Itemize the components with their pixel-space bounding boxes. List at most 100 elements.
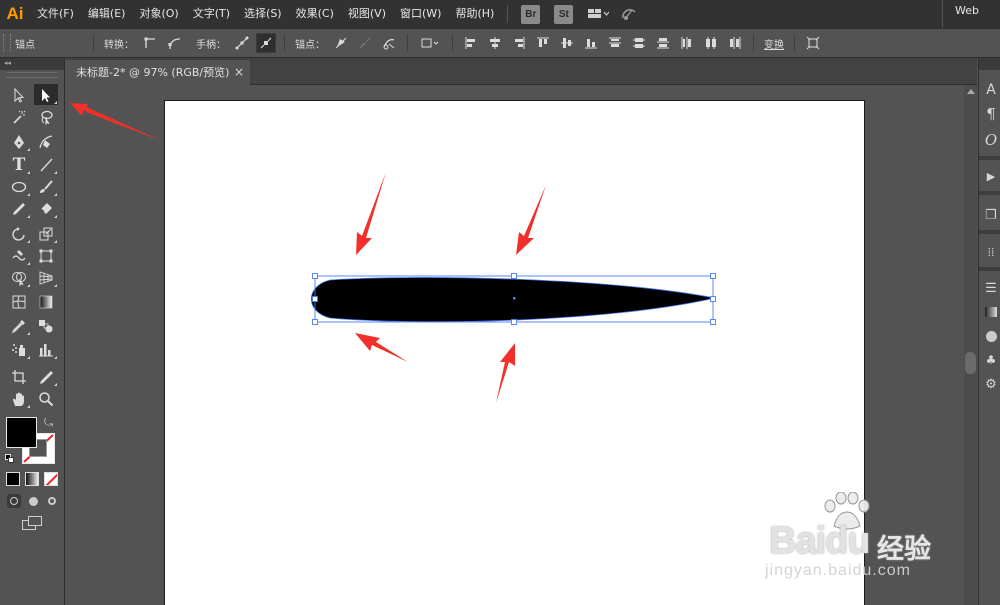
distribute-horizontal-center-icon[interactable] (701, 33, 721, 53)
gradient-tool-icon[interactable] (34, 291, 58, 312)
align-panel-icon[interactable]: ⁞⁞ (981, 242, 1000, 262)
pencil-tool-icon[interactable] (7, 198, 31, 219)
isolate-selection-icon[interactable] (803, 33, 823, 53)
distribute-left-icon[interactable] (677, 33, 697, 53)
close-tab-icon[interactable]: × (234, 60, 244, 85)
warp-tool-icon[interactable] (7, 245, 31, 266)
magic-wand-tool-icon[interactable] (7, 106, 31, 127)
scroll-thumb[interactable] (965, 352, 976, 374)
menu-object[interactable]: 对象(O) (132, 0, 185, 28)
hand-tool-icon[interactable] (7, 388, 31, 409)
workspace-switcher[interactable]: Web (942, 0, 1000, 28)
separator (452, 34, 453, 52)
symbols-panel-icon[interactable]: ♣ (981, 350, 1000, 370)
layers-panel-icon[interactable]: ☰ (981, 278, 1000, 298)
paragraph-panel-icon[interactable]: ¶ (981, 104, 1000, 124)
selection-tool-icon[interactable] (7, 84, 31, 105)
align-bottom-icon[interactable] (581, 33, 601, 53)
dock-separator (979, 230, 1000, 234)
gradient-mode-icon[interactable] (25, 472, 39, 486)
stock-button[interactable]: St (554, 4, 574, 24)
line-segment-tool-icon[interactable] (34, 154, 58, 175)
scale-tool-icon[interactable] (34, 223, 58, 244)
connect-anchors-icon[interactable] (355, 33, 375, 53)
artboard[interactable] (164, 100, 865, 605)
blend-tool-icon[interactable] (34, 315, 58, 336)
menu-edit[interactable]: 编辑(E) (81, 0, 133, 28)
swap-fill-stroke-icon[interactable]: ⤿ (44, 416, 53, 430)
curvature-tool-icon[interactable] (34, 131, 58, 152)
menu-effect[interactable]: 效果(C) (289, 0, 341, 28)
paintbrush-tool-icon[interactable] (34, 176, 58, 197)
ellipse-tool-icon[interactable] (7, 176, 31, 197)
perspective-grid-tool-icon[interactable] (34, 267, 58, 288)
appearance-panel-icon[interactable] (981, 326, 1000, 346)
none-mode-icon[interactable] (44, 472, 58, 486)
arrange-documents-icon[interactable] (584, 4, 612, 24)
remove-anchor-icon[interactable] (331, 33, 351, 53)
draw-behind-icon[interactable] (26, 494, 40, 508)
align-horizontal-center-icon[interactable] (485, 33, 505, 53)
transform-link[interactable]: 变换 (760, 36, 788, 51)
distribute-vertical-center-icon[interactable] (629, 33, 649, 53)
distribute-top-icon[interactable] (605, 33, 625, 53)
menu-type[interactable]: 文字(T) (186, 0, 237, 28)
panel-dock-header[interactable] (979, 58, 1000, 70)
menu-help[interactable]: 帮助(H) (448, 0, 501, 28)
opentype-panel-icon[interactable]: O (981, 130, 1000, 150)
align-left-icon[interactable] (461, 33, 481, 53)
color-mode-icon[interactable] (6, 472, 20, 486)
type-tool-icon[interactable]: T (7, 154, 31, 175)
convert-to-smooth-icon[interactable] (164, 33, 184, 53)
mesh-tool-icon[interactable] (7, 291, 31, 312)
align-to-selection-icon[interactable] (416, 33, 444, 53)
scroll-up-icon[interactable] (967, 89, 975, 94)
gradient-panel-icon[interactable] (981, 302, 1000, 322)
rotate-tool-icon[interactable] (7, 223, 31, 244)
panel-dock: A ¶ O ▶ ❐ ⁞⁞ ☰ ♣ ⚙ (978, 58, 1000, 605)
default-fill-stroke-icon[interactable] (5, 454, 15, 464)
align-vertical-center-icon[interactable] (557, 33, 577, 53)
screen-mode-icon[interactable] (22, 516, 44, 532)
menu-file[interactable]: 文件(F) (30, 0, 81, 28)
distribute-bottom-icon[interactable] (653, 33, 673, 53)
actions-panel-icon[interactable]: ▶ (981, 166, 1000, 186)
artboard-tool-icon[interactable] (7, 366, 31, 387)
fill-color-swatch-front[interactable] (6, 417, 37, 448)
eyedropper-tool-icon[interactable] (7, 315, 31, 336)
gpu-performance-icon[interactable] (616, 4, 642, 24)
tools-panel: ◂◂ T ⤿ (0, 58, 65, 605)
dock-separator (979, 156, 1000, 160)
slice-tool-icon[interactable] (34, 366, 58, 387)
eraser-tool-icon[interactable] (34, 198, 58, 219)
artboards-panel-icon[interactable]: ❐ (981, 205, 1000, 225)
lasso-tool-icon[interactable] (34, 106, 58, 127)
hide-handles-icon[interactable] (256, 33, 276, 53)
show-handles-icon[interactable] (232, 33, 252, 53)
zoom-tool-icon[interactable] (34, 388, 58, 409)
align-top-icon[interactable] (533, 33, 553, 53)
direct-selection-tool-icon[interactable] (34, 84, 58, 105)
distribute-right-icon[interactable] (725, 33, 745, 53)
draw-normal-icon[interactable] (7, 494, 21, 508)
menu-view[interactable]: 视图(V) (341, 0, 393, 28)
align-right-icon[interactable] (509, 33, 529, 53)
document-tab[interactable]: 未标题-2* @ 97% (RGB/预览) × (66, 60, 250, 85)
tools-panel-grip[interactable] (6, 72, 58, 78)
character-panel-icon[interactable]: A (981, 80, 1000, 100)
menu-window[interactable]: 窗口(W) (393, 0, 448, 28)
convert-to-corner-icon[interactable] (140, 33, 160, 53)
symbol-sprayer-tool-icon[interactable] (7, 339, 31, 360)
menu-select[interactable]: 选择(S) (237, 0, 289, 28)
column-graph-tool-icon[interactable] (34, 339, 58, 360)
shape-builder-tool-icon[interactable] (7, 267, 31, 288)
control-bar-grip[interactable] (3, 34, 11, 52)
draw-inside-icon[interactable] (45, 494, 59, 508)
bridge-button[interactable]: Br (521, 4, 541, 24)
settings-panel-icon[interactable]: ⚙ (981, 374, 1000, 394)
free-transform-tool-icon[interactable] (34, 245, 58, 266)
vertical-scrollbar[interactable] (964, 85, 977, 605)
tools-panel-collapse[interactable]: ◂◂ (0, 58, 64, 70)
pen-tool-icon[interactable] (7, 131, 31, 152)
cut-path-icon[interactable] (379, 33, 399, 53)
